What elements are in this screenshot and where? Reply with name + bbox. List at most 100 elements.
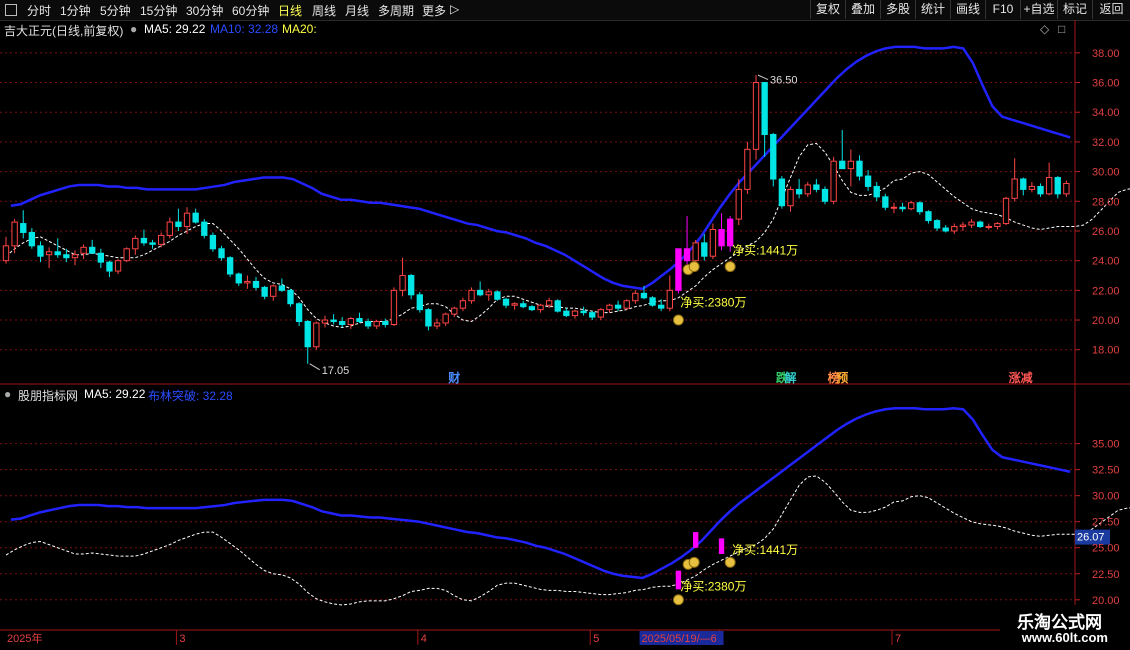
candle-body <box>554 300 561 312</box>
y-tick-label: 27.50 <box>1092 517 1120 529</box>
candle-body <box>244 280 251 284</box>
y-tick-label: 38.00 <box>1092 48 1120 60</box>
candle-body <box>321 319 329 324</box>
candle-body <box>494 291 501 300</box>
candle-body <box>270 285 277 297</box>
candle-body <box>606 304 613 311</box>
candle-body <box>252 280 260 288</box>
candle-body <box>304 321 311 348</box>
candle-body <box>623 300 630 309</box>
candle-body <box>63 254 70 259</box>
candle-body <box>209 234 217 250</box>
candle-body <box>994 223 1001 228</box>
settings-circle-icon[interactable]: ● <box>130 22 137 36</box>
candle-body <box>985 226 992 229</box>
candle-body <box>97 252 105 263</box>
indicator-bb-series <box>10 406 1071 580</box>
candle-body <box>778 178 786 207</box>
candle-body <box>597 309 605 318</box>
candle-body <box>175 221 182 228</box>
candle-body <box>20 223 27 233</box>
candle-body <box>770 133 777 180</box>
low-pointer <box>309 363 320 371</box>
candle-body <box>761 82 768 135</box>
high-pointer <box>757 74 769 81</box>
net-buy-label-2: 净买:1441万 <box>732 543 798 557</box>
candle-body <box>933 220 941 229</box>
date-axis-label: 7 <box>895 633 901 645</box>
candle-body <box>718 228 725 247</box>
candle-body <box>649 297 656 306</box>
candle-body <box>726 218 734 247</box>
y-tick-label: 32.50 <box>1092 465 1120 477</box>
stock-title[interactable]: 吉大正元(日线,前复权) <box>4 22 123 39</box>
candle-body <box>123 248 130 262</box>
candle-body <box>951 226 958 232</box>
candle-body <box>916 202 923 213</box>
candle-body <box>1054 177 1061 195</box>
event-marker-0: 财 <box>447 370 460 385</box>
date-axis-label: 5 <box>593 633 599 645</box>
indicator-title[interactable]: 股朋指标网 <box>18 387 78 404</box>
candle-body <box>295 303 303 323</box>
candle-body <box>692 242 699 262</box>
candle-body <box>528 306 536 311</box>
date-axis-label: 2025年 <box>7 631 42 645</box>
candle-body <box>1028 185 1036 190</box>
chart-canvas: 18.00 20.00 22.00 24.00 26.00 28.00 30.00 32.00… <box>0 20 1130 645</box>
candle-body <box>313 322 320 348</box>
candle-body <box>537 304 544 311</box>
event-marker-4: 预 <box>836 371 848 385</box>
candle-body <box>795 188 803 195</box>
candle-body <box>856 160 863 177</box>
candle-body <box>89 246 96 254</box>
diamond-icon[interactable]: ◇ <box>1040 22 1049 36</box>
candle-body <box>278 285 286 291</box>
y-tick-label: 30.00 <box>1092 491 1120 503</box>
date-axis-label: 3 <box>179 633 185 645</box>
high-label: 36.50 <box>770 75 798 87</box>
y-tick-label: 22.50 <box>1092 569 1120 581</box>
candle-body <box>839 160 846 170</box>
candle-body <box>476 289 484 296</box>
candle-body <box>468 289 475 302</box>
candle-body <box>520 303 527 308</box>
candle-body <box>140 237 148 244</box>
candle-body <box>899 206 906 210</box>
candle-body <box>183 212 191 228</box>
candle-body <box>11 221 18 247</box>
current-value-label: 26.07 <box>1077 532 1105 544</box>
net-buy-label-1: 净买:2380万 <box>680 579 746 593</box>
candle-body <box>106 261 113 272</box>
candle-body <box>364 321 372 327</box>
candle-body <box>1020 178 1027 190</box>
date-axis-label: 2025/05/19/—6 <box>642 633 717 645</box>
candle-body <box>830 160 837 202</box>
indicator-settings-icon[interactable]: ● <box>4 387 11 401</box>
money-bag-icon <box>672 594 684 606</box>
candle-body <box>45 251 53 256</box>
candle-body <box>545 300 553 306</box>
money-bag-icon <box>672 314 684 326</box>
net-buy-label-2: 净买:1441万 <box>732 244 798 258</box>
panel-toggle-icon[interactable]: □ <box>1058 22 1065 36</box>
candle-body <box>416 294 423 311</box>
candle-body <box>192 212 199 223</box>
candle-body <box>908 202 915 210</box>
candle-body <box>261 286 268 297</box>
candle-body <box>80 246 87 254</box>
candle-body <box>813 184 820 190</box>
low-label: 17.05 <box>322 365 350 377</box>
candle-body <box>356 318 363 323</box>
candle-body <box>571 310 579 317</box>
indicator-bar <box>693 532 699 548</box>
candle-body <box>873 185 880 198</box>
candle-body <box>787 188 794 207</box>
candle-body <box>804 184 811 195</box>
candle-body <box>1002 197 1010 225</box>
candle-body <box>968 221 975 226</box>
candle-body <box>511 303 518 306</box>
candle-body <box>1037 185 1044 195</box>
candle-body <box>201 221 208 236</box>
y-tick-label: 20.00 <box>1092 315 1120 327</box>
